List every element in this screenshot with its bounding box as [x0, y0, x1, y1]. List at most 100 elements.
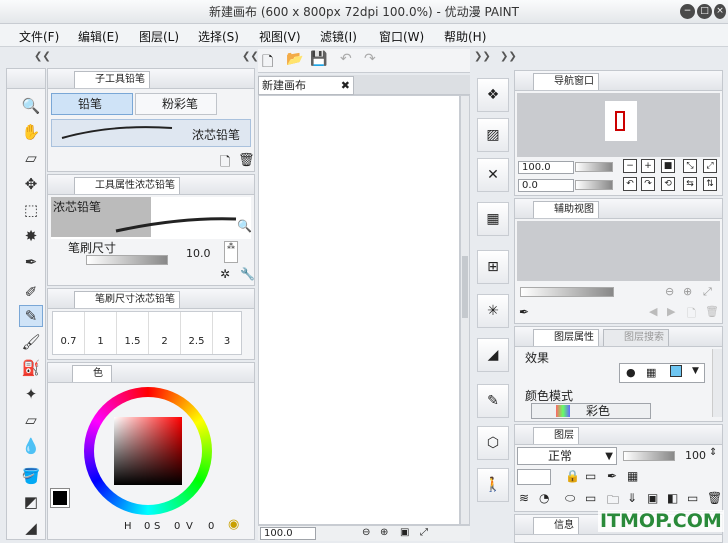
maximize-button[interactable]: □ — [697, 4, 712, 19]
apply-mask-icon[interactable]: ▭ — [687, 491, 698, 505]
navigator-preview[interactable] — [517, 93, 720, 157]
lock-icon[interactable]: 🔒 — [565, 469, 580, 483]
draft-layer-icon[interactable]: ▦ — [627, 469, 638, 483]
material-drawing-button[interactable]: ✎ — [477, 384, 509, 418]
close-button[interactable]: × — [714, 4, 726, 19]
nav-zoom-field[interactable]: 100.0 — [518, 161, 574, 174]
selection-tool-icon[interactable]: ⬚ — [19, 199, 43, 221]
hue-ring[interactable] — [84, 387, 212, 515]
undo-icon[interactable]: ↶ — [340, 51, 352, 67]
magnify-icon[interactable]: 🔍 — [237, 219, 252, 233]
sub-view-fit-icon[interactable]: ⤢ — [703, 285, 712, 299]
blend-tool-icon[interactable]: 💧 — [19, 435, 43, 457]
menu-window[interactable]: 窗口(W) — [379, 28, 424, 45]
material-effect-button[interactable]: ✳ — [477, 294, 509, 328]
pencil-tool-icon[interactable]: ✎ — [19, 305, 43, 327]
move-tool-icon[interactable]: ✥ — [19, 173, 43, 195]
layer-mask-icon[interactable]: ◔ — [539, 491, 549, 505]
sub-tool-pastel[interactable]: 粉彩笔 — [135, 93, 217, 115]
material-frame-button[interactable]: ⊞ — [477, 250, 509, 284]
transfer-down-icon[interactable]: ⇓ — [627, 491, 637, 505]
gradient-tool-icon[interactable]: ◩ — [19, 491, 43, 513]
nav-zoom-slider[interactable] — [575, 162, 613, 172]
brush-tool-icon[interactable]: 🖌 — [19, 331, 43, 353]
sub-view-eyedropper-icon[interactable]: ✒ — [519, 305, 529, 319]
prev-image-icon[interactable]: ◀ — [649, 305, 657, 318]
tool-settings-icon[interactable]: ✲ — [220, 267, 230, 281]
material-image-button[interactable]: ▨ — [477, 118, 509, 152]
nav-actual-icon[interactable]: ⤡ — [683, 159, 697, 173]
collapse-left-icon[interactable]: ❮❮ — [34, 51, 51, 62]
tab-tool-property[interactable]: 工具属性浓芯铅笔 — [74, 177, 180, 194]
zoom-tool-icon[interactable]: 🔍 — [19, 95, 43, 117]
menu-select[interactable]: 选择(S) — [198, 28, 239, 45]
sub-view-slider[interactable] — [520, 287, 614, 297]
material-pattern-button[interactable]: ✕ — [477, 158, 509, 192]
tab-color-wheel[interactable]: 色相环 — [72, 365, 112, 382]
actual-size-icon[interactable]: ⤢ — [420, 527, 428, 538]
merge-down-icon[interactable]: ▣ — [647, 491, 658, 505]
canvas[interactable] — [258, 95, 460, 525]
tab-layer-property[interactable]: 图层属性 — [533, 329, 599, 346]
size-cell[interactable]: 3 — [213, 312, 241, 354]
sub-view-area[interactable] — [517, 221, 720, 281]
auto-select-tool-icon[interactable]: ✸ — [19, 225, 43, 247]
fit-icon[interactable]: ▣ — [400, 527, 409, 538]
delete-layer-icon[interactable]: 🗑 — [707, 491, 722, 505]
color-mode-select[interactable]: 彩色 — [531, 403, 651, 419]
eraser-tool-icon[interactable]: ▱ — [19, 409, 43, 431]
tab-layer-search[interactable]: 图层搜索 — [603, 329, 669, 346]
nav-zoom-in-icon[interactable]: + — [641, 159, 655, 173]
clip-icon[interactable]: ▭ — [585, 469, 596, 483]
eyedropper-tool-icon[interactable]: ✒ — [19, 251, 43, 273]
nav-fullscreen-icon[interactable]: ⤢ — [703, 159, 717, 173]
new-vector-layer-icon[interactable]: ▭ — [585, 491, 596, 505]
wrench-icon[interactable]: 🔧 — [240, 267, 255, 281]
effect-buttons[interactable]: ● ▦ ▼ — [619, 363, 705, 383]
airbrush-tool-icon[interactable]: ⛽ — [19, 357, 43, 379]
open-file-icon[interactable]: 📂 — [286, 51, 303, 67]
tab-info[interactable]: 信息 — [533, 517, 579, 534]
mask-icon[interactable]: ◧ — [667, 491, 678, 505]
tab-brush-size[interactable]: 笔刷尺寸浓芯铅笔 — [74, 291, 180, 308]
new-file-icon[interactable]: 🗋 — [262, 51, 273, 75]
size-cell[interactable]: 2 — [149, 312, 181, 354]
menu-help[interactable]: 帮助(H) — [444, 28, 486, 45]
nav-zoom-out-icon[interactable]: − — [623, 159, 637, 173]
remove-image-icon[interactable]: 🗑 — [705, 305, 719, 318]
menu-layer[interactable]: 图层(L) — [139, 28, 179, 45]
new-raster-layer-icon[interactable]: ⬭ — [565, 491, 575, 506]
material-3d-button[interactable]: ⬡ — [477, 426, 509, 460]
material-tone-button[interactable]: ▦ — [477, 202, 509, 236]
brush-size-stepper[interactable]: ⁂ — [224, 241, 238, 263]
menu-file[interactable]: 文件(F) — [19, 28, 59, 45]
collapse-right-icon-2[interactable]: ❯❯ — [500, 51, 517, 62]
material-panel-button[interactable]: ❖ — [477, 78, 509, 112]
redo-icon[interactable]: ↷ — [364, 51, 376, 67]
rotate-tool-icon[interactable]: ▱ — [19, 147, 43, 169]
zoom-field[interactable]: 100.0 — [260, 527, 316, 540]
zoom-in-icon[interactable]: ⊕ — [380, 527, 388, 538]
color-mode-icon[interactable]: ◉ — [228, 517, 239, 532]
size-cell[interactable]: 0.7 — [53, 312, 85, 354]
hand-tool-icon[interactable]: ✋ — [19, 121, 43, 143]
brush-size-slider[interactable] — [86, 255, 168, 265]
sub-view-zoom-out-icon[interactable]: ⊖ — [665, 285, 674, 298]
opacity-slider[interactable] — [623, 451, 675, 461]
nav-angle-field[interactable]: 0.0 — [518, 179, 574, 192]
blend-mode-select[interactable]: 正常 ▼ — [517, 447, 617, 465]
new-preset-icon[interactable]: 🗋 — [220, 153, 230, 175]
material-figure-button[interactable]: 🚶 — [477, 468, 509, 502]
layer-stack-icon[interactable]: ≋ — [519, 491, 529, 505]
collapse-right-icon[interactable]: ❯❯ — [474, 51, 491, 62]
layer-property-scrollbar[interactable] — [712, 349, 722, 417]
size-cell[interactable]: 1.5 — [117, 312, 149, 354]
menu-view[interactable]: 视图(V) — [259, 28, 301, 45]
nav-angle-slider[interactable] — [575, 180, 613, 190]
delete-preset-icon[interactable]: 🗑 — [238, 153, 255, 168]
pen-tool-icon[interactable]: ✐ — [19, 281, 43, 303]
flip-h-icon[interactable]: ⇆ — [683, 177, 697, 191]
tab-sub-view[interactable]: 辅助视图 — [533, 201, 599, 218]
sv-square[interactable] — [114, 417, 182, 485]
layer-color-select[interactable] — [517, 469, 551, 485]
